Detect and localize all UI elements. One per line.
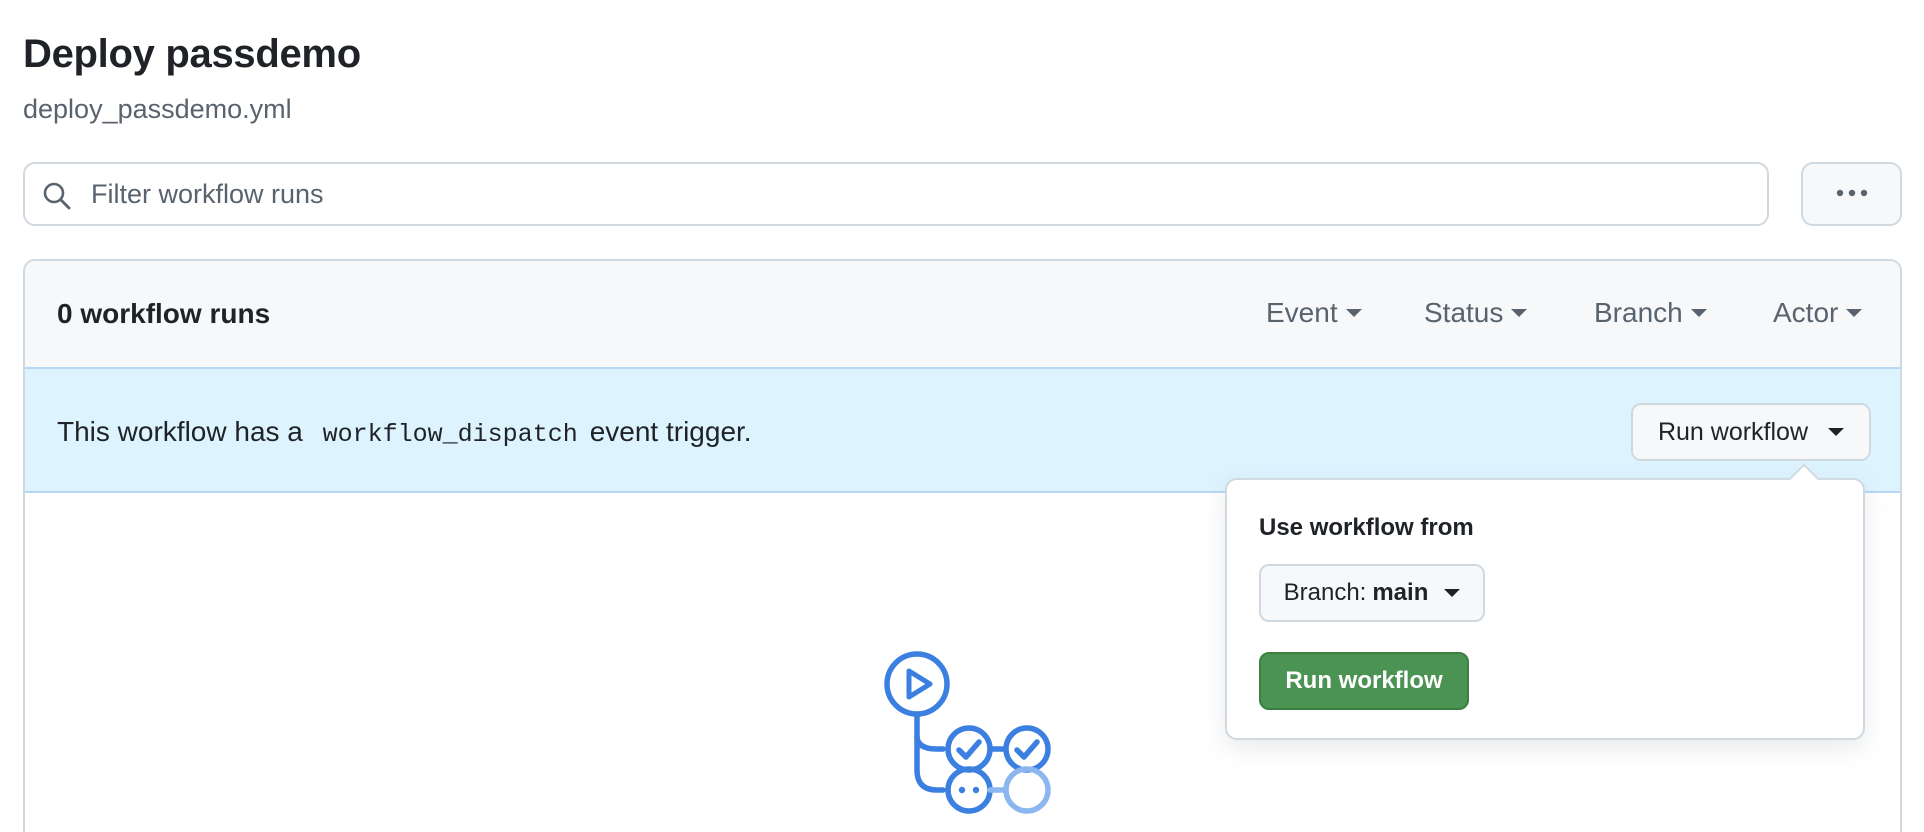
- banner-code: workflow_dispatch: [322, 420, 578, 449]
- workflow-graph-icon: [884, 651, 1051, 814]
- use-workflow-from-label: Use workflow from: [1259, 514, 1474, 541]
- run-workflow-dropdown-button[interactable]: Run workflow: [1631, 403, 1871, 461]
- page-title: Deploy passdemo: [23, 32, 361, 76]
- search-icon: [41, 180, 73, 212]
- filter-actor-dropdown[interactable]: Actor: [1773, 297, 1863, 329]
- run-workflow-popover: Use workflow from Branch: main Run workf…: [1225, 463, 1865, 740]
- filter-status-dropdown[interactable]: Status: [1424, 297, 1528, 329]
- workflow-runs-count: 0 workflow runs: [57, 298, 271, 329]
- more-options-button[interactable]: [1801, 162, 1902, 226]
- caret-down-icon: [1345, 309, 1362, 317]
- caret-down-icon: [1828, 428, 1845, 436]
- kebab-horizontal-icon: [1834, 185, 1870, 203]
- filter-workflow-runs-input[interactable]: [89, 172, 1749, 216]
- filter-label: Status: [1424, 297, 1504, 328]
- caret-down-icon: [1511, 309, 1528, 317]
- runs-header: 0 workflow runs Event Status Branch Acto…: [25, 261, 1900, 369]
- branch-prefix: Branch:: [1283, 579, 1367, 606]
- caret-down-icon: [1846, 309, 1863, 317]
- branch-select-button[interactable]: Branch: main: [1259, 564, 1485, 622]
- banner-text-before: This workflow has a: [57, 416, 303, 447]
- workflow-dispatch-banner: This workflow has a workflow_dispatch eve…: [25, 369, 1900, 493]
- banner-message: This workflow has a workflow_dispatch eve…: [57, 416, 752, 449]
- filter-label: Branch: [1594, 297, 1683, 328]
- workflow-file-name[interactable]: deploy_passdemo.yml: [23, 94, 292, 125]
- filter-label: Actor: [1773, 297, 1839, 328]
- caret-down-icon: [1444, 589, 1461, 597]
- caret-down-icon: [1690, 309, 1707, 317]
- branch-name: main: [1372, 579, 1429, 606]
- filter-search-box[interactable]: [23, 162, 1769, 226]
- workflow-page: Deploy passdemo deploy_passdemo.yml 0 wo…: [0, 0, 1924, 832]
- filter-branch-dropdown[interactable]: Branch: [1594, 297, 1707, 329]
- banner-text-after: event trigger.: [589, 416, 752, 447]
- run-workflow-label: Run workflow: [1657, 417, 1809, 446]
- filter-event-dropdown[interactable]: Event: [1266, 297, 1362, 329]
- run-workflow-submit-button[interactable]: Run workflow: [1259, 652, 1469, 710]
- filter-label: Event: [1266, 297, 1338, 328]
